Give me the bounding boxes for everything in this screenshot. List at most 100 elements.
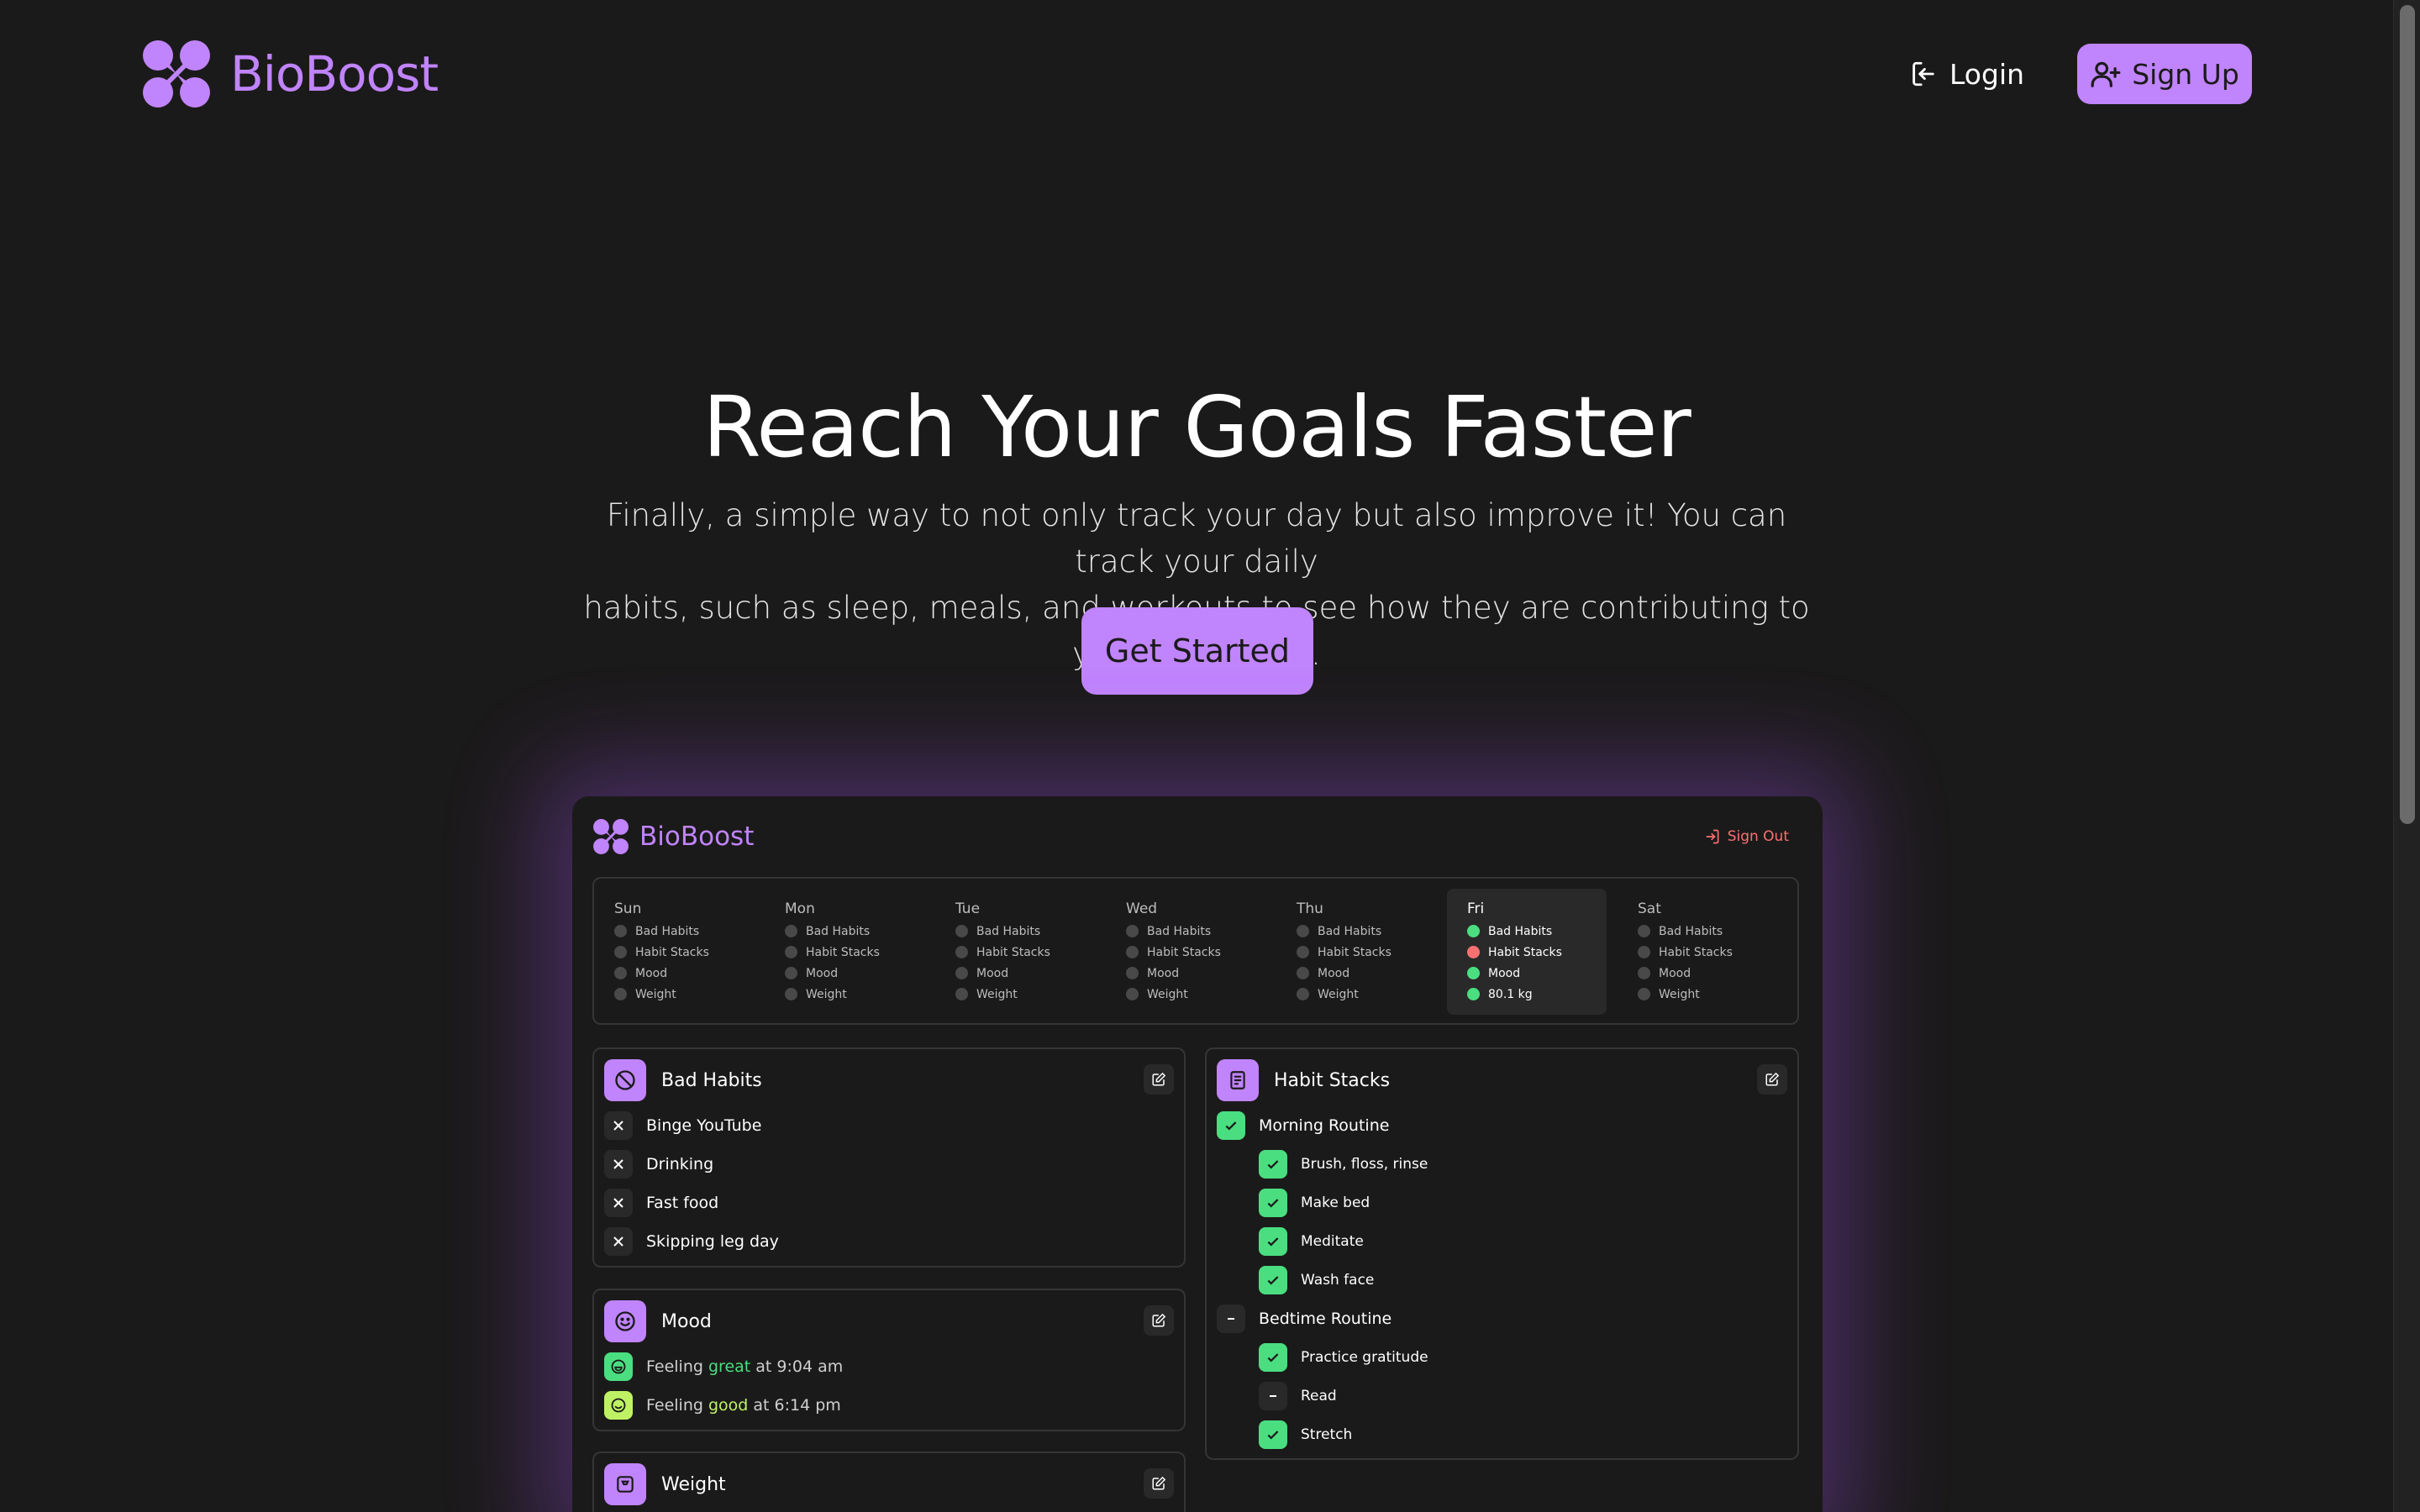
check-icon bbox=[1259, 1266, 1287, 1294]
login-label: Login bbox=[1949, 57, 2025, 91]
close-icon bbox=[604, 1150, 633, 1179]
brand-logo[interactable]: BioBoost bbox=[141, 39, 439, 109]
status-dot bbox=[614, 988, 627, 1000]
mood-level: great bbox=[708, 1357, 751, 1376]
day-row-label: Mood bbox=[635, 966, 668, 980]
status-dot bbox=[1297, 946, 1309, 958]
scrollbar-thumb[interactable] bbox=[2400, 5, 2415, 824]
card-header: Mood bbox=[604, 1300, 712, 1342]
day-name: Thu bbox=[1297, 900, 1323, 917]
status-dot bbox=[1297, 925, 1309, 937]
day-row-label: Bad Habits bbox=[1659, 924, 1723, 938]
status-dot bbox=[1126, 967, 1139, 979]
habit-item: Practice gratitude bbox=[1259, 1343, 1428, 1372]
day-row-label: Weight bbox=[1318, 987, 1359, 1001]
sign-out-label: Sign Out bbox=[1727, 828, 1789, 845]
day-column: Sun Bad Habits Habit Stacks Mood Weight bbox=[594, 889, 754, 1015]
day-row-label: Bad Habits bbox=[1488, 924, 1553, 938]
day-row-label: Bad Habits bbox=[635, 924, 700, 938]
day-column: Sat Bad Habits Habit Stacks Mood Weight bbox=[1618, 889, 1777, 1015]
mood-time: at 9:04 am bbox=[755, 1357, 844, 1376]
status-dot bbox=[1467, 946, 1480, 958]
card-title: Weight bbox=[661, 1473, 726, 1495]
day-row: Weight bbox=[955, 984, 1095, 1005]
day-row: Bad Habits bbox=[955, 921, 1095, 942]
day-row: Bad Habits bbox=[1467, 921, 1607, 942]
list-item: Drinking bbox=[604, 1150, 713, 1179]
day-row-label: Habit Stacks bbox=[806, 945, 880, 959]
card-title: Bad Habits bbox=[661, 1069, 762, 1091]
item-label: Fast food bbox=[646, 1194, 719, 1212]
habit-item: Brush, floss, rinse bbox=[1259, 1150, 1428, 1179]
status-dot bbox=[1467, 967, 1480, 979]
day-row: Bad Habits bbox=[1297, 921, 1436, 942]
habit-item: Wash face bbox=[1259, 1266, 1374, 1294]
close-icon bbox=[604, 1111, 633, 1140]
signup-button[interactable]: Sign Up bbox=[2077, 44, 2252, 104]
preview-brand-name: BioBoost bbox=[639, 822, 755, 852]
brand-name: BioBoost bbox=[230, 45, 439, 102]
card-header: Weight bbox=[604, 1463, 726, 1505]
mood-prefix: Feeling bbox=[646, 1396, 703, 1415]
day-name: Sun bbox=[614, 900, 642, 917]
habit-label: Wash face bbox=[1301, 1272, 1375, 1289]
preview-brand-logo: BioBoost bbox=[592, 818, 754, 855]
day-name: Sat bbox=[1638, 900, 1661, 917]
status-dot bbox=[1467, 988, 1480, 1000]
day-row: Mood bbox=[1638, 963, 1777, 984]
status-dot bbox=[1638, 925, 1650, 937]
item-label: Skipping leg day bbox=[646, 1232, 779, 1251]
minus-icon bbox=[1259, 1382, 1287, 1410]
check-icon bbox=[1259, 1227, 1287, 1256]
minus-icon bbox=[1217, 1305, 1245, 1333]
status-dot bbox=[785, 967, 797, 979]
habit-item: Read bbox=[1259, 1382, 1337, 1410]
mood-prefix: Feeling bbox=[646, 1357, 703, 1376]
day-row-label: Mood bbox=[1147, 966, 1180, 980]
bad-habits-card: Bad Habits Binge YouTube Drinking Fast f… bbox=[592, 1047, 1186, 1268]
day-row: Mood bbox=[955, 963, 1095, 984]
edit-icon bbox=[1144, 1305, 1174, 1336]
day-name: Mon bbox=[785, 900, 815, 917]
status-dot bbox=[614, 946, 627, 958]
week-overview: Sun Bad Habits Habit Stacks Mood Weight … bbox=[592, 877, 1799, 1025]
weight-card: Weight bbox=[592, 1452, 1186, 1512]
close-icon bbox=[604, 1227, 633, 1256]
day-row: Bad Habits bbox=[785, 921, 924, 942]
day-row: Mood bbox=[1467, 963, 1607, 984]
status-dot bbox=[955, 946, 968, 958]
login-button[interactable]: Login bbox=[1909, 50, 2024, 97]
item-label: Binge YouTube bbox=[646, 1116, 762, 1135]
status-dot bbox=[785, 925, 797, 937]
day-row: Bad Habits bbox=[1126, 921, 1265, 942]
mood-entry: Feeling great at 9:04 am bbox=[604, 1352, 843, 1381]
day-column: Thu Bad Habits Habit Stacks Mood Weight bbox=[1276, 889, 1436, 1015]
no-sign-icon bbox=[604, 1059, 646, 1101]
status-dot bbox=[1297, 988, 1309, 1000]
check-icon bbox=[1259, 1189, 1287, 1217]
stack-name: Bedtime Routine bbox=[1259, 1310, 1392, 1328]
hero-title: Reach Your Goals Faster bbox=[702, 378, 1691, 476]
day-column: Mon Bad Habits Habit Stacks Mood Weight bbox=[765, 889, 924, 1015]
smile-icon bbox=[604, 1391, 633, 1420]
logo-icon bbox=[593, 819, 629, 854]
day-row-label: Mood bbox=[806, 966, 839, 980]
get-started-button[interactable]: Get Started bbox=[1081, 607, 1313, 695]
list-item: Skipping leg day bbox=[604, 1227, 779, 1256]
day-row: Habit Stacks bbox=[1297, 942, 1436, 963]
status-dot bbox=[1297, 967, 1309, 979]
day-row: Bad Habits bbox=[1638, 921, 1777, 942]
status-dot bbox=[1638, 946, 1650, 958]
status-dot bbox=[614, 967, 627, 979]
laugh-icon bbox=[604, 1352, 633, 1381]
day-row: 80.1 kg bbox=[1467, 984, 1607, 1005]
user-plus-icon bbox=[2091, 61, 2121, 87]
edit-icon bbox=[1144, 1064, 1174, 1095]
day-row-label: Habit Stacks bbox=[1318, 945, 1392, 959]
habit-label: Practice gratitude bbox=[1301, 1349, 1428, 1366]
app-preview: BioBoost Sign Out Sun Bad Habits Habit S… bbox=[572, 796, 1823, 1512]
day-row-label: 80.1 kg bbox=[1488, 987, 1533, 1001]
day-name: Fri bbox=[1467, 900, 1485, 917]
day-row-label: Weight bbox=[1147, 987, 1188, 1001]
day-row: Mood bbox=[785, 963, 924, 984]
